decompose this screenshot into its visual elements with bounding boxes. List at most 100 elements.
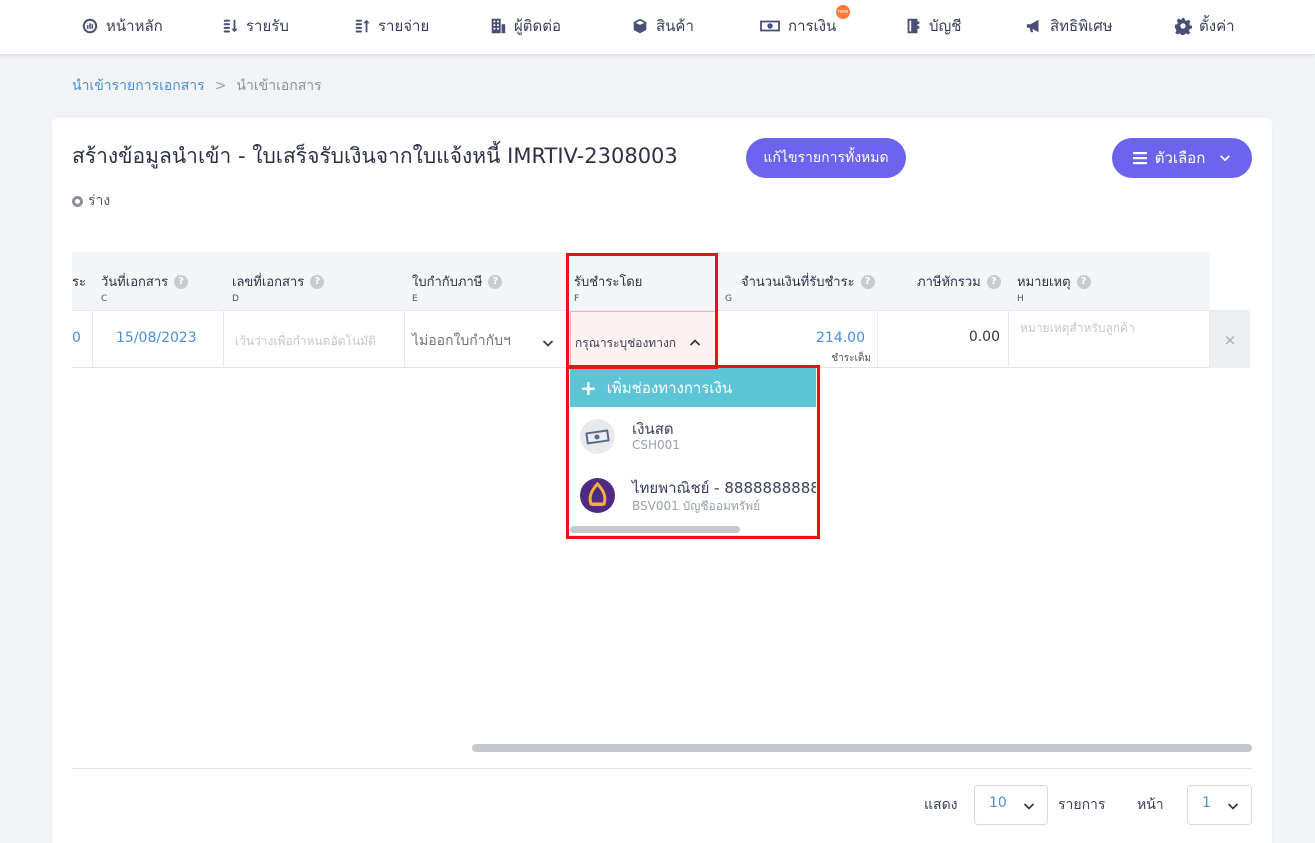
status-badge: ร่าง <box>72 190 110 212</box>
column-label: เลขที่เอกสาร <box>232 275 305 290</box>
amount-sub: ชำระเต็ม <box>831 353 871 364</box>
nav-item-products[interactable]: สินค้า <box>630 14 694 38</box>
delete-row-button[interactable]: × <box>1210 311 1250 368</box>
column-label: ระ <box>72 275 86 290</box>
nav-item-accounting[interactable]: บัญชี <box>903 14 961 38</box>
payment-option-code: CSH001 <box>632 438 680 452</box>
column-letter: F <box>574 294 580 304</box>
add-payment-channel-button[interactable]: + เพิ่มช่องทางการเงิน <box>570 368 816 407</box>
row-seq: 0 <box>72 330 81 346</box>
ledger-icon <box>903 16 923 36</box>
payment-option-code: BSV001 บัญชีออมทรัพย์ <box>632 499 761 513</box>
options-label: ตัวเลือก <box>1154 149 1206 167</box>
megaphone-icon <box>1024 16 1044 36</box>
nav-item-home[interactable]: หน้าหลัก <box>80 14 163 38</box>
tax-invoice-select[interactable]: ไม่ออกใบกำกับฯ <box>405 311 570 368</box>
nav-label: สิทธิพิเศษ <box>1050 17 1113 35</box>
plus-icon: + <box>580 375 597 400</box>
breadcrumb-current: นำเข้าเอกสาร <box>236 78 322 94</box>
column-letter: D <box>232 294 239 304</box>
menu-icon <box>1132 152 1147 165</box>
coins-in-icon <box>220 16 240 36</box>
nav-item-contacts[interactable]: ผู้ติดต่อ <box>488 14 561 38</box>
edit-all-button[interactable]: แก้ไขรายการทั้งหมด <box>746 138 906 178</box>
nav-label: สินค้า <box>656 17 694 35</box>
chevron-down-icon <box>542 340 554 347</box>
column-label: จำนวนเงินที่รับชำระ <box>741 275 855 290</box>
breadcrumb: นำเข้ารายการเอกสาร > นำเข้าเอกสาร <box>72 75 322 97</box>
gear-icon <box>1173 16 1193 36</box>
nav-item-finance[interactable]: การเงิน new <box>758 5 850 38</box>
chevron-up-icon <box>689 339 701 346</box>
column-label: รับชำระโดย <box>574 275 643 290</box>
help-icon[interactable]: ? <box>1076 274 1091 289</box>
breadcrumb-separator: > <box>214 78 227 94</box>
column-letter: E <box>412 294 418 304</box>
status-dot-icon <box>72 195 83 207</box>
nav-label: รายจ่าย <box>378 17 430 35</box>
column-letter: H <box>1017 294 1024 304</box>
column-label: ภาษีหักรวม <box>917 275 981 290</box>
pay-by-dropdown: + เพิ่มช่องทางการเงิน เงินสด CSH001 ไทยพ… <box>570 368 816 535</box>
note-placeholder: หมายเหตุสำหรับลูกค้า <box>1020 321 1135 335</box>
cash-icon <box>580 419 615 454</box>
nav-label: ตั้งค่า <box>1199 17 1235 35</box>
nav-item-privileges[interactable]: สิทธิพิเศษ <box>1024 14 1113 38</box>
pager-items-label: รายการ <box>1058 797 1106 813</box>
top-navigation: หน้าหลัก รายรับ รายจ่าย ผู้ติดต่อ สินค้า… <box>0 0 1315 55</box>
add-payment-channel-label: เพิ่มช่องทางการเงิน <box>606 378 733 397</box>
chevron-down-icon <box>1023 803 1035 810</box>
nav-item-settings[interactable]: ตั้งค่า <box>1173 14 1235 38</box>
breadcrumb-parent-link[interactable]: นำเข้ารายการเอกสาร <box>72 75 205 97</box>
scb-bank-logo-icon <box>580 478 615 513</box>
chevron-down-icon <box>1220 155 1231 162</box>
nav-item-expense[interactable]: รายจ่าย <box>352 14 429 38</box>
column-label: ใบกำกับภาษี <box>412 275 483 290</box>
nav-label: ผู้ติดต่อ <box>514 17 562 35</box>
pay-by-select[interactable]: กรุณาระบุช่องทางก <box>570 311 716 368</box>
amount-value: 214.00 <box>816 330 865 346</box>
pay-by-placeholder: กรุณาระบุช่องทางก <box>575 336 677 350</box>
nav-item-income[interactable]: รายรับ <box>220 14 289 38</box>
building-icon <box>488 16 508 36</box>
help-icon[interactable]: ? <box>488 274 503 289</box>
coins-out-icon <box>352 16 372 36</box>
docno-input[interactable]: เว้นว่างเพื่อกำหนดอัตโนมัติ <box>224 311 405 368</box>
divider <box>72 768 1252 769</box>
help-icon[interactable]: ? <box>986 274 1001 289</box>
note-input[interactable]: หมายเหตุสำหรับลูกค้า <box>1009 311 1210 368</box>
nav-label: หน้าหลัก <box>106 17 163 35</box>
page-title: สร้างข้อมูลนำเข้า - ใบเสร็จรับเงินจากใบแ… <box>72 144 678 168</box>
column-label: วันที่เอกสาร <box>101 275 169 290</box>
help-icon[interactable]: ? <box>860 274 875 289</box>
table-horizontal-scrollbar[interactable] <box>472 744 1252 752</box>
payment-option-cash[interactable]: เงินสด CSH001 <box>570 409 816 467</box>
payment-option-scb[interactable]: ไทยพาณิชย์ - 88888888888 BSV001 บัญชีออม… <box>570 468 816 526</box>
per-page-select[interactable]: 10 <box>974 785 1048 825</box>
dashboard-icon <box>80 16 100 36</box>
column-letter: C <box>101 294 108 304</box>
money-icon <box>758 16 782 36</box>
chevron-down-icon <box>1227 803 1239 810</box>
page-select[interactable]: 1 <box>1187 785 1252 825</box>
table-header: ระ วันที่เอกสาร? C เลขที่เอกสาร? D ใบกำก… <box>72 252 1210 310</box>
options-button[interactable]: ตัวเลือก <box>1112 138 1252 178</box>
tax-invoice-value: ไม่ออกใบกำกับฯ <box>412 333 511 349</box>
nav-label: บัญชี <box>929 17 962 35</box>
amount-cell[interactable]: 214.00 ชำระเต็ม <box>716 311 878 368</box>
nav-label: รายรับ <box>246 17 289 35</box>
box-icon <box>630 16 650 36</box>
docno-placeholder: เว้นว่างเพื่อกำหนดอัตโนมัติ <box>235 334 376 348</box>
withholding-cell[interactable]: 0.00 <box>878 311 1009 368</box>
date-value: 15/08/2023 <box>116 330 197 346</box>
pager-show-label: แสดง <box>924 797 958 813</box>
row-seq-cell[interactable]: 0 <box>72 311 93 368</box>
help-icon[interactable]: ? <box>310 274 325 289</box>
help-icon[interactable]: ? <box>174 274 189 289</box>
page-value: 1 <box>1202 795 1211 811</box>
dropdown-scrollbar[interactable] <box>570 526 740 533</box>
per-page-value: 10 <box>989 795 1007 811</box>
withholding-value: 0.00 <box>968 329 1000 345</box>
date-cell[interactable]: 15/08/2023 <box>93 311 224 368</box>
pager-page-label: หน้า <box>1137 797 1164 813</box>
